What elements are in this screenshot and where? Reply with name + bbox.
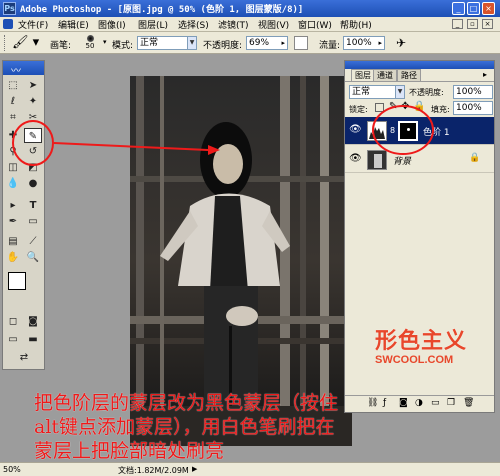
status-bar: 50% 文档:1.82M/2.09M ▶ — [0, 462, 500, 476]
arrow-head — [208, 145, 220, 155]
chevron-right-icon[interactable]: ▶ — [192, 465, 197, 473]
annotation-line-2: alt键点添加蒙层），用白色笔刷把在 — [34, 416, 335, 438]
mask-highlight-circle — [372, 105, 434, 155]
annotation-line-1: 把色阶层的蒙层改为黑色蒙层（按住 — [34, 392, 339, 414]
document-info: 文档:1.82M/2.09M — [118, 466, 189, 475]
tool-highlight-circle — [12, 120, 54, 166]
annotation-arrow — [53, 142, 209, 151]
annotation-line-3: 蒙层上把脸部暗处刷亮 — [34, 440, 225, 462]
zoom-level[interactable]: 50% — [3, 465, 21, 474]
